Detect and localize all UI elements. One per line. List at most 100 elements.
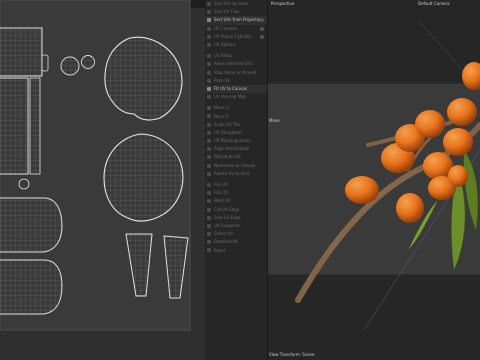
menu-item-label: Cut UV Edge — [214, 206, 240, 212]
menu-item-label: Rotate UV to Grid — [214, 170, 249, 176]
tool-icon — [207, 171, 211, 176]
tool-icon — [207, 10, 211, 15]
menu-item-label: Distribute UV — [214, 154, 241, 160]
tool-icon — [207, 95, 211, 100]
option-toggle-icon[interactable] — [260, 34, 264, 39]
menu-item-label: Move U — [214, 105, 229, 111]
menu-item-label: Fit UV to Canvas — [214, 85, 247, 91]
tool-icon — [207, 199, 211, 204]
tool-icon — [207, 78, 211, 83]
tool-icon — [207, 2, 211, 6]
viewport-side-label: Move — [269, 118, 280, 123]
menu-item[interactable]: Flip UV — [205, 181, 267, 189]
menu-item-label: Stop Relax on Pinned — [214, 69, 257, 75]
menu-item-label: UV Unwrap Map — [214, 94, 247, 100]
menu-item[interactable]: UV Unwrap Map — [205, 93, 267, 101]
menu-item[interactable]: Pack UV — [205, 77, 267, 85]
menu-item-label: Scale UV Tile — [214, 121, 240, 127]
uv-editor-panel[interactable] — [0, 0, 205, 360]
menu-item-label: UV Snapshot — [214, 222, 240, 228]
menu-item-label: UV Rectangularize — [214, 138, 251, 144]
viewport-title: Perspective — [271, 1, 295, 6]
tool-icon — [207, 232, 211, 237]
menu-item-label: UV Planar Cylinder — [214, 33, 252, 39]
menu-item[interactable]: Move U — [205, 104, 267, 112]
menu-item-label: Sort UV Tiles — [214, 9, 240, 15]
uv-island-branch-strip-top[interactable] — [0, 27, 49, 77]
menu-item-label: Sort UVs from Projection — [214, 17, 263, 23]
menu-item-label: UV Camera — [214, 25, 237, 31]
menu-item[interactable]: Sew UV Edge — [205, 214, 267, 222]
tool-icon — [207, 122, 211, 127]
menu-item[interactable]: Sort UVs from Projection — [205, 16, 267, 25]
menu-item-label: UV Sphere — [214, 42, 236, 48]
tool-icon — [207, 139, 211, 143]
option-toggle-icon[interactable] — [260, 26, 264, 31]
tool-icon — [207, 207, 211, 212]
tool-icon — [207, 155, 211, 160]
menu-item[interactable]: UV Sphere — [205, 41, 267, 49]
menu-item[interactable]: Rotate UV to Grid — [205, 170, 267, 178]
menu-item[interactable]: UV Snapshot — [205, 222, 267, 230]
menu-item[interactable]: UV Relax — [205, 52, 267, 60]
menu-item-label: Relax Selected UVs — [214, 61, 253, 67]
menu-item[interactable]: Weld UV — [205, 197, 267, 205]
menu-item-label: Deselect All — [214, 239, 238, 245]
tool-icon — [207, 54, 211, 59]
menu-item[interactable]: UV Straighten — [205, 129, 267, 137]
3d-viewport[interactable]: Perspective Default Camera Move View Tra… — [268, 0, 480, 360]
menu-item[interactable]: Distribute UV — [205, 153, 267, 161]
tool-icon — [207, 163, 211, 168]
uv-island-berry-bottom[interactable] — [103, 133, 184, 222]
menu-item-label: Flip UV — [214, 182, 228, 188]
menu-item[interactable]: UV Planar Cylinder — [205, 33, 267, 41]
uv-island-branch-strip-mid[interactable] — [0, 77, 41, 190]
tool-icon — [207, 42, 211, 47]
uv-layout-canvas[interactable] — [0, 0, 205, 360]
menu-item[interactable]: Fit UV to Canvas — [205, 84, 267, 94]
viewport-scene[interactable] — [268, 0, 480, 360]
tool-icon — [207, 147, 211, 152]
menu-item[interactable]: Normalize to Canvas — [205, 162, 267, 170]
menu-item[interactable]: Sort UV Tiles — [205, 8, 267, 16]
tool-icon — [207, 26, 211, 31]
tool-icon — [207, 240, 211, 245]
menu-item-label: Pack UV — [214, 77, 231, 83]
menu-item-label: Reset — [214, 247, 226, 253]
tool-icon — [207, 215, 211, 220]
menu-item-label: Weld UV — [214, 198, 231, 204]
menu-item-label: Sew UV Edge — [214, 214, 241, 220]
menu-item[interactable]: Flip UV — [205, 189, 267, 197]
menu-item[interactable]: Cut UV Edge — [205, 206, 267, 214]
menu-item[interactable]: Relax Selected UVs — [205, 60, 267, 68]
tool-icon — [207, 223, 211, 228]
option-toggle-icon[interactable] — [260, 18, 264, 23]
menu-item[interactable]: Select All — [205, 230, 267, 238]
menu-item-label: Select All — [214, 231, 233, 237]
menu-item[interactable]: Deselect All — [205, 238, 267, 246]
tool-icon — [207, 18, 211, 23]
tool-icon — [207, 62, 211, 67]
menu-item-label: Move V — [214, 113, 229, 119]
menu-item[interactable]: Stop Relax on Pinned — [205, 69, 267, 77]
camera-selector[interactable]: Default Camera — [418, 1, 450, 6]
viewport-status: View Transform: Scene — [269, 352, 315, 357]
tool-icon — [207, 182, 211, 187]
tool-icon — [207, 106, 211, 111]
uv-tools-menu: Sort UVs by Area Sort UV Tiles Sort UVs fr… — [205, 0, 268, 360]
menu-item-label: Normalize to Canvas — [214, 162, 256, 168]
menu-item[interactable]: Move V — [205, 112, 267, 120]
tool-icon — [207, 114, 211, 119]
menu-item[interactable]: Scale UV Tile — [205, 121, 267, 129]
menu-item[interactable]: UV Rectangularize — [205, 137, 267, 145]
tool-icon — [207, 86, 211, 91]
menu-item[interactable]: Align Horizontally — [205, 145, 267, 153]
menu-item-label: Sort UVs by Area — [214, 1, 248, 7]
menu-item[interactable]: Sort UVs by Area — [205, 0, 267, 8]
menu-item[interactable]: UV Camera — [205, 25, 267, 33]
menu-item-label: UV Straighten — [214, 129, 242, 135]
menu-item-label: Flip UV — [214, 190, 228, 196]
tool-icon — [207, 248, 211, 253]
menu-item-label: UV Relax — [214, 53, 232, 59]
menu-item[interactable]: Reset — [205, 246, 267, 254]
